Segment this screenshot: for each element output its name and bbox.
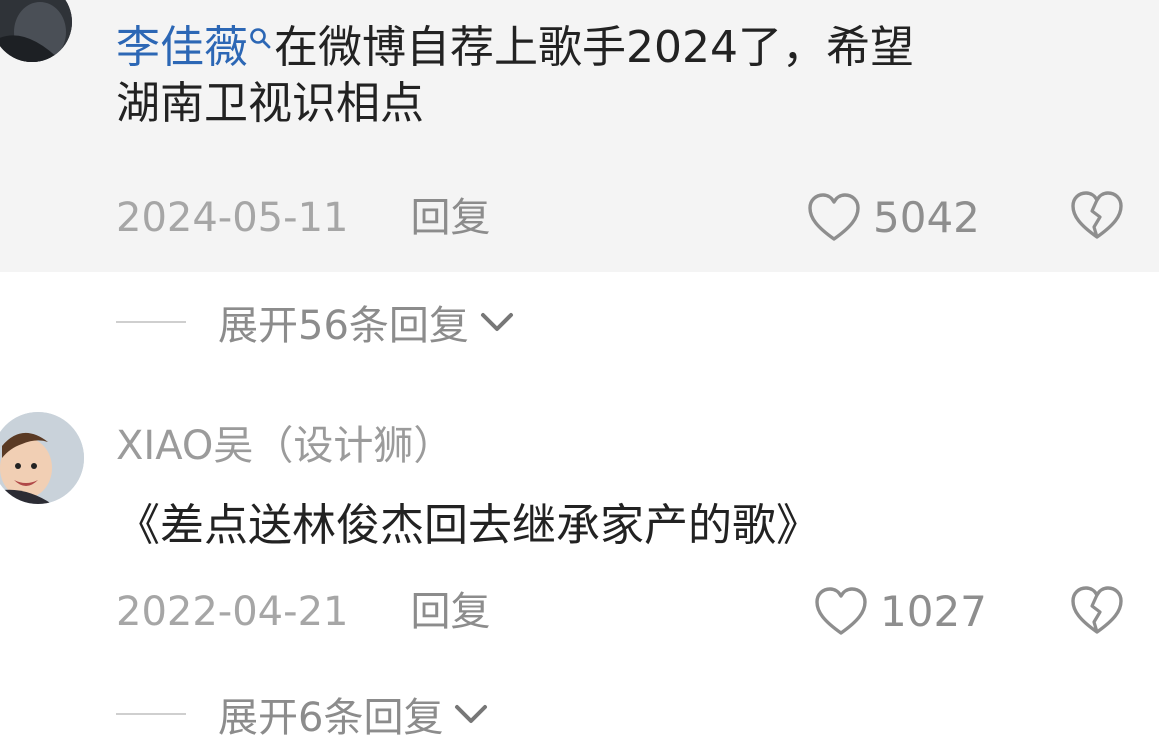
like-count: 5042 — [873, 193, 980, 242]
chevron-down-icon — [455, 705, 488, 723]
comment-body: 在微博自荐上歌手2024了，希望 — [274, 22, 914, 73]
expand-replies-label: 展开6条回复 — [218, 695, 444, 741]
divider-line — [116, 321, 186, 323]
comment-body-line2: 湖南卫视识相点 — [116, 78, 424, 129]
search-icon — [250, 28, 271, 49]
comment-meta: 2022-04-21 回复 — [116, 586, 490, 638]
comment-item: XIAO吴（设计狮） 《差点送林俊杰回去继承家产的歌》 2022-04-21 回复… — [0, 372, 1159, 662]
dislike-broken-heart-icon[interactable] — [1068, 189, 1126, 243]
comment-meta: 2024-05-11 回复 — [116, 192, 490, 244]
like-count: 1027 — [880, 587, 987, 636]
reply-button[interactable]: 回复 — [410, 195, 490, 241]
like-heart-icon — [815, 587, 867, 635]
like-button[interactable]: 5042 — [805, 191, 980, 245]
username[interactable]: XIAO吴（设计狮） — [116, 420, 453, 472]
comment-text: 《差点送林俊杰回去继承家产的歌》 — [116, 500, 820, 551]
comment-text: 李佳薇 在微博自荐上歌手2024了，希望 湖南卫视识相点 — [116, 20, 1116, 132]
comment-item: 李佳薇 在微博自荐上歌手2024了，希望 湖南卫视识相点 2024-05-11 回复… — [0, 0, 1159, 272]
chevron-down-icon — [480, 313, 513, 331]
reply-button[interactable]: 回复 — [410, 589, 490, 635]
expand-replies-button[interactable]: 展开56条回复 — [116, 294, 517, 350]
expand-replies-label: 展开56条回复 — [218, 303, 469, 349]
comment-date: 2024-05-11 — [116, 195, 349, 241]
comment-date: 2022-04-21 — [116, 589, 349, 635]
avatar[interactable] — [0, 412, 84, 504]
divider-line — [116, 713, 186, 715]
dislike-broken-heart-icon[interactable] — [1068, 584, 1126, 638]
like-button[interactable]: 1027 — [812, 585, 987, 639]
mention-link[interactable]: 李佳薇 — [116, 22, 274, 73]
like-heart-icon — [808, 193, 860, 241]
avatar[interactable] — [0, 0, 72, 62]
